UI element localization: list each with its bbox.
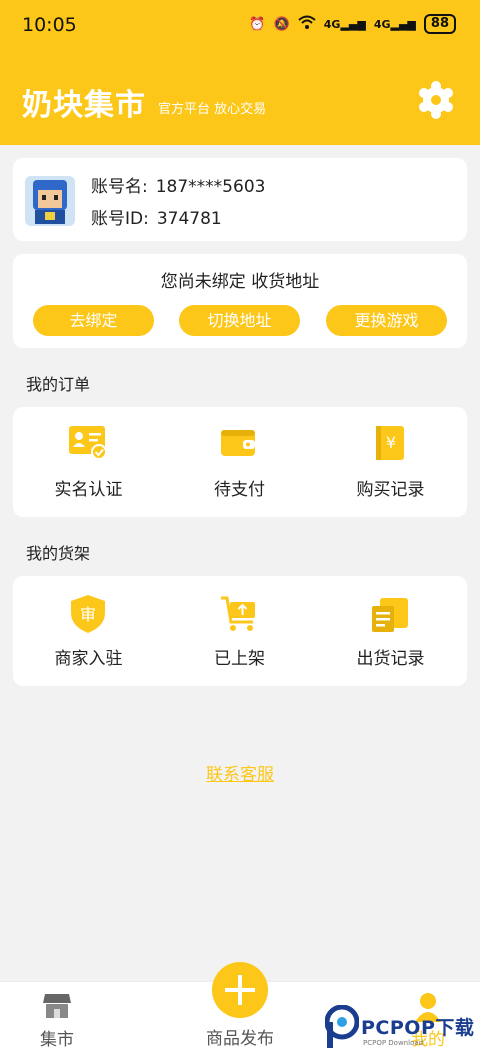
svg-text:¥: ¥ [386,433,396,452]
account-name-row: 账号名: 187****5603 [91,172,265,197]
status-icons: ⏰ 🔕 4G▂▄▆ 4G▂▄▆ 88 [249,14,456,34]
nav-label-publish[interactable]: 商品发布 [190,1024,290,1049]
package-doc-icon [372,598,408,632]
address-notice: 您尚未绑定 收货地址 [160,272,320,292]
menu-item-verify[interactable]: 实名认证 [13,407,164,517]
header-bar: 10:05 ⏰ 🔕 4G▂▄▆ 4G▂▄▆ 88 奶块集市 官方平台 放心交易 [0,0,480,145]
receipt-book-icon: ¥ [376,426,404,460]
watermark-text: PCPOP下载 [361,1017,475,1039]
cart-upload-icon [221,596,255,631]
change-game-button[interactable]: 更换游戏 [326,305,447,336]
menu-label: 待支付 [214,480,265,500]
status-time: 10:05 [22,14,77,36]
signal-1: 4G▂▄▆ [323,17,366,31]
menu-label: 已上架 [214,649,265,669]
watermark: PCPOP下载 PCPOP Download [324,1004,475,1055]
account-id-label: 账号ID: [91,209,149,229]
svg-text:审: 审 [80,605,96,624]
menu-item-pending-pay[interactable]: 待支付 [164,407,315,517]
menu-item-listed[interactable]: 已上架 [164,576,315,686]
account-card: 账号名: 187****5603 账号ID: 374781 [13,158,467,241]
orders-card: 实名认证 待支付 ¥ 购买记录 [13,407,467,517]
menu-label: 实名认证 [54,480,123,500]
shelf-card: 审 商家入驻 已上架 出货记录 [13,576,467,686]
id-card-icon [69,426,107,460]
gear-icon[interactable] [414,80,458,120]
account-id-row: 账号ID: 374781 [91,204,222,229]
nav-label: 集市 [40,1030,74,1050]
app-subtitle: 官方平台 放心交易 [158,102,267,117]
menu-item-purchase-history[interactable]: ¥ 购买记录 [315,407,466,517]
menu-label: 出货记录 [356,649,425,669]
shield-audit-icon: 审 [71,595,105,633]
menu-label: 商家入驻 [54,649,123,669]
wifi-icon [298,15,316,33]
app-title: 奶块集市 [22,88,146,123]
wallet-icon [221,430,255,456]
bind-address-button[interactable]: 去绑定 [33,305,154,336]
orders-section-title: 我的订单 [26,375,91,394]
publish-button[interactable] [212,962,268,1018]
account-id-value: 374781 [156,209,222,229]
shop-icon [43,994,71,1018]
pcpop-logo-icon [324,1004,360,1048]
menu-item-shipment-history[interactable]: 出货记录 [315,576,466,686]
contact-service-link[interactable]: 联系客服 [0,760,480,785]
switch-address-button[interactable]: 切换地址 [179,305,300,336]
plus-icon [225,975,255,1005]
menu-item-merchant-join[interactable]: 审 商家入驻 [13,576,164,686]
mute-icon: 🔕 [273,16,290,32]
avatar[interactable] [25,176,75,226]
address-card: 您尚未绑定 收货地址 去绑定 切换地址 更换游戏 [13,254,467,348]
signal-2: 4G▂▄▆ [373,17,416,31]
menu-label: 购买记录 [356,480,425,500]
account-name-value: 187****5603 [155,177,266,197]
watermark-subtext: PCPOP Download [363,1039,424,1047]
alarm-icon: ⏰ [249,16,266,32]
battery-indicator: 88 [423,14,456,34]
shelf-section-title: 我的货架 [26,544,91,563]
account-name-label: 账号名: [91,177,148,197]
